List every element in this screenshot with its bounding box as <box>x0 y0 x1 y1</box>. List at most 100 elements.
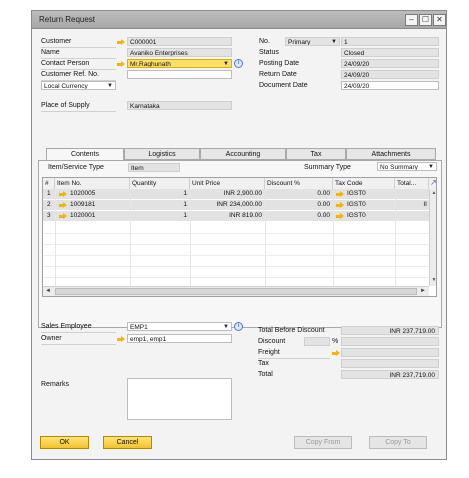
place-of-supply-field[interactable]: Karnataka <box>127 101 232 110</box>
column-header-unit-price[interactable]: Unit Price <box>190 178 265 189</box>
currency-select[interactable]: Local Currency <box>41 81 116 90</box>
discount-label: Discount <box>258 338 286 345</box>
unit-price-cell[interactable]: INR 2,900.00 <box>190 189 262 199</box>
tab-tax[interactable]: Tax <box>286 148 346 160</box>
total-cell[interactable] <box>395 189 427 199</box>
contact-person-label: Contact Person <box>41 60 90 67</box>
item-link-arrow-icon[interactable] <box>59 191 67 198</box>
unit-price-cell[interactable]: INR 234,000.00 <box>190 200 262 210</box>
column-header-number[interactable]: # <box>43 178 55 189</box>
expand-table-icon[interactable]: ↗ <box>429 178 436 189</box>
column-header-total[interactable]: Total... <box>395 178 429 189</box>
series-select[interactable]: Primary <box>285 37 340 46</box>
column-header-discount[interactable]: Discount % <box>265 178 333 189</box>
tax-field <box>341 359 439 368</box>
item-no-cell[interactable]: 1020005 <box>70 189 95 199</box>
customer-ref-input[interactable] <box>127 70 232 79</box>
name-field[interactable]: Avaniko Enterprises <box>127 48 232 57</box>
total-before-discount-field: INR 237,719.00 <box>341 326 439 335</box>
unit-price-cell[interactable]: INR 819.00 <box>190 211 262 221</box>
sales-employee-label: Sales Employee <box>41 323 92 330</box>
ok-button[interactable]: OK <box>40 436 89 449</box>
sales-label-underline <box>41 332 116 333</box>
tab-accounting[interactable]: Accounting <box>200 148 286 160</box>
quantity-cell[interactable]: 1 <box>130 200 187 210</box>
customer-ref-label: Customer Ref. No. <box>41 71 99 78</box>
column-header-item-no[interactable]: Item No. <box>55 178 130 189</box>
tax-link-arrow-icon[interactable] <box>336 191 344 198</box>
copy-to-button[interactable]: Copy To <box>369 436 427 449</box>
return-date-field[interactable]: 24/09/20 <box>341 70 439 79</box>
item-link-arrow-icon[interactable] <box>59 213 67 220</box>
table-row[interactable]: 2 1009181 1 INR 234,000.00 0.00 IGST0 II <box>43 200 429 211</box>
grid-line <box>333 189 334 286</box>
discount-amount-field[interactable] <box>341 337 439 346</box>
tax-link-arrow-icon[interactable] <box>336 213 344 220</box>
grid-line <box>395 189 396 286</box>
table-row[interactable]: 3 1020001 1 INR 819.00 0.00 IGST0 <box>43 211 429 222</box>
owner-link-arrow-icon[interactable] <box>117 336 125 343</box>
sales-employee-select[interactable]: EMP1 <box>127 322 232 331</box>
grid-line <box>43 266 429 267</box>
scroll-down-icon[interactable]: ▼ <box>431 277 436 283</box>
discount-cell[interactable]: 0.00 <box>265 189 330 199</box>
document-number-field[interactable]: 1 <box>341 37 439 46</box>
discount-percent-field[interactable] <box>304 337 330 346</box>
row-number: 3 <box>47 212 51 219</box>
item-no-cell[interactable]: 1020001 <box>70 211 95 221</box>
contact-link-arrow-icon[interactable] <box>117 61 125 68</box>
tax-code-cell[interactable]: IGST0 <box>347 200 366 210</box>
owner-label-underline <box>41 344 116 345</box>
quantity-cell[interactable]: 1 <box>130 211 187 221</box>
tab-logistics[interactable]: Logistics <box>124 148 200 160</box>
row-number: 2 <box>47 201 51 208</box>
freight-field[interactable] <box>341 348 439 357</box>
total-label: Total <box>258 371 273 378</box>
owner-field[interactable]: emp1, emp1 <box>127 334 232 343</box>
customer-label: Customer <box>41 38 72 45</box>
title-bar[interactable]: Return Request – ☐ ✕ <box>32 11 446 29</box>
minimize-icon[interactable]: – <box>405 14 418 26</box>
total-cell[interactable]: II <box>395 200 427 210</box>
remarks-textarea[interactable] <box>127 378 232 420</box>
total-cell[interactable] <box>395 211 427 221</box>
owner-label: Owner <box>41 335 62 342</box>
horizontal-scroll-thumb[interactable] <box>55 288 417 295</box>
item-link-arrow-icon[interactable] <box>59 202 67 209</box>
tab-attachments[interactable]: Attachments <box>346 148 436 160</box>
tax-link-arrow-icon[interactable] <box>336 202 344 209</box>
scroll-left-icon[interactable]: ◄ <box>45 288 52 295</box>
item-service-type-field[interactable]: Item <box>128 163 180 172</box>
close-icon[interactable]: ✕ <box>433 14 446 26</box>
customer-link-arrow-icon[interactable] <box>117 39 125 46</box>
info-icon[interactable]: i <box>234 322 243 331</box>
horizontal-scrollbar[interactable]: ◄ ► <box>43 286 429 296</box>
cancel-button[interactable]: Cancel <box>103 436 152 449</box>
window-title: Return Request <box>39 15 96 24</box>
quantity-cell[interactable]: 1 <box>130 189 187 199</box>
tax-code-cell[interactable]: IGST0 <box>347 189 366 199</box>
status-label: Status <box>259 49 279 56</box>
tax-code-cell[interactable]: IGST0 <box>347 211 366 221</box>
discount-cell[interactable]: 0.00 <box>265 200 330 210</box>
posting-date-field[interactable]: 24/09/20 <box>341 59 439 68</box>
document-date-field[interactable]: 24/09/20 <box>341 81 439 90</box>
vertical-scrollbar[interactable]: ▲ ▼ <box>429 189 436 286</box>
total-field: INR 237,719.00 <box>341 370 439 379</box>
info-icon[interactable]: i <box>234 59 243 68</box>
scroll-right-icon[interactable]: ► <box>420 288 427 295</box>
posting-date-label: Posting Date <box>259 60 300 67</box>
column-header-quantity[interactable]: Quantity <box>130 178 190 189</box>
column-header-tax-code[interactable]: Tax Code <box>333 178 395 189</box>
customer-field[interactable]: C000001 <box>127 37 232 46</box>
contact-person-dropdown[interactable]: Mr.Raghunath <box>127 59 232 68</box>
summary-type-select[interactable]: No Summary <box>377 162 437 171</box>
copy-from-button[interactable]: Copy From <box>294 436 352 449</box>
scroll-up-icon[interactable]: ▲ <box>431 190 436 196</box>
discount-cell[interactable]: 0.00 <box>265 211 330 221</box>
item-no-cell[interactable]: 1009181 <box>70 200 95 210</box>
maximize-icon[interactable]: ☐ <box>419 14 432 26</box>
freight-link-arrow-icon[interactable] <box>332 350 340 357</box>
table-row[interactable]: 1 1020005 1 INR 2,900.00 0.00 IGST0 <box>43 189 429 200</box>
currency-value: Local Currency <box>44 83 88 90</box>
